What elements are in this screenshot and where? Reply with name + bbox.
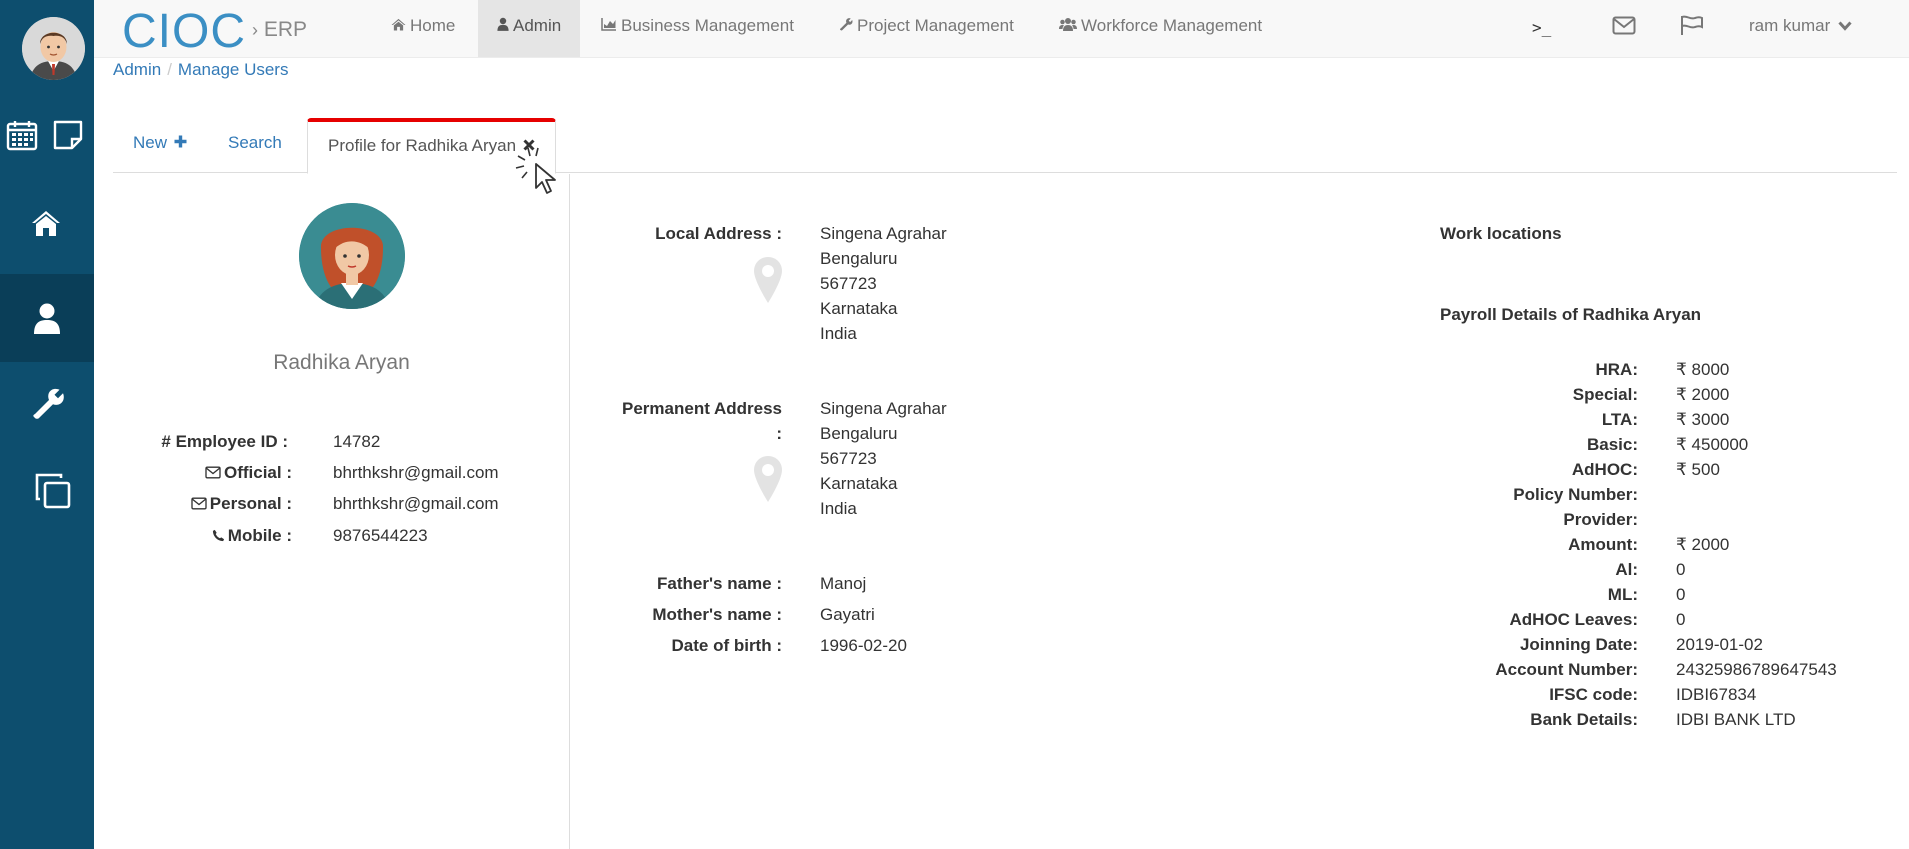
payroll-row: Basic: ₹ 450000	[0, 435, 1909, 460]
nav-workforce-management[interactable]: Workforce Management	[1040, 0, 1281, 57]
payroll-label: Special:	[1572, 385, 1638, 404]
payroll-label: Joinning Date:	[1519, 635, 1638, 654]
payroll-row: LTA: ₹ 3000	[0, 410, 1909, 435]
payroll-value: 24325986789647543	[1676, 660, 1837, 679]
nav-workforce-label: Workforce Management	[1081, 16, 1263, 35]
nav-business-management[interactable]: Business Management	[582, 0, 813, 57]
payroll-row: Provider:	[0, 510, 1909, 535]
female-user-avatar	[299, 203, 405, 309]
local-address-line-5: India	[820, 324, 857, 343]
payroll-label: Bank Details:	[1530, 710, 1638, 729]
tab-profile-label: Profile for Radhika Aryan	[328, 136, 517, 155]
payroll-label: Basic:	[1586, 435, 1638, 454]
payroll-value: 0	[1676, 585, 1686, 604]
avatar[interactable]	[22, 17, 85, 80]
payroll-label: AdHOC:	[1571, 460, 1638, 479]
local-address-label: Local Address :	[655, 224, 782, 243]
payroll-row: Account Number: 24325986789647543	[0, 660, 1909, 685]
payroll-heading: Payroll Details of Radhika Aryan	[1440, 305, 1702, 324]
payroll-row: Al: 0	[0, 560, 1909, 585]
payroll-row: Amount: ₹ 2000	[0, 535, 1909, 560]
payroll-row: ML: 0	[0, 585, 1909, 610]
nav-home-label: Home	[410, 16, 456, 35]
envelope-icon[interactable]	[1612, 16, 1636, 40]
payroll-value: ₹ 2000	[1676, 385, 1730, 404]
user-menu[interactable]: ram kumar	[1749, 16, 1852, 36]
brand-logo[interactable]: CIOC	[122, 4, 246, 59]
payroll-row: IFSC code: IDBI67834	[0, 685, 1909, 710]
female-avatar-icon	[299, 203, 405, 309]
user-name: ram kumar	[1749, 16, 1831, 35]
nav-business-label: Business Management	[621, 16, 794, 35]
user-icon	[497, 1, 509, 53]
payroll-row: Joinning Date: 2019-01-02	[0, 635, 1909, 660]
tab-new-label: New	[133, 133, 168, 152]
local-address-label-wrap: Local Address :	[570, 224, 782, 248]
payroll-label: Account Number:	[1495, 660, 1638, 679]
payroll-value: ₹ 450000	[1676, 435, 1749, 454]
breadcrumb-manage-users[interactable]: Manage Users	[178, 60, 289, 79]
chart-icon	[601, 1, 617, 53]
plus-icon	[174, 118, 187, 168]
users-icon	[1059, 1, 1077, 53]
payroll-label: Amount:	[1568, 535, 1638, 554]
payroll-label: Al:	[1615, 560, 1638, 579]
nav-project-label: Project Management	[857, 16, 1014, 35]
payroll-value: ₹ 500	[1676, 460, 1720, 479]
breadcrumb: Admin / Manage Users	[113, 60, 288, 80]
payroll-row: Special: ₹ 2000	[0, 385, 1909, 410]
payroll-label: ML:	[1607, 585, 1638, 604]
breadcrumb-separator: /	[167, 60, 172, 79]
nav-project-management[interactable]: Project Management	[820, 0, 1033, 57]
payroll-row: HRA: ₹ 8000	[0, 360, 1909, 385]
payroll-value: 0	[1676, 560, 1686, 579]
local-address-line-4: Karnataka	[820, 299, 898, 318]
flag-icon[interactable]	[1680, 15, 1704, 41]
nav-admin-label: Admin	[513, 16, 562, 35]
payroll-value: 2019-01-02	[1676, 635, 1763, 654]
payroll-value: ₹ 8000	[1676, 360, 1730, 379]
wrench-icon	[839, 1, 853, 53]
payroll-row: AdHOC: ₹ 500	[0, 460, 1909, 485]
brand-subtitle: › ERP	[252, 18, 307, 42]
calendar-icon[interactable]	[4, 117, 40, 153]
payroll-label: IFSC code:	[1549, 685, 1638, 704]
payroll-label: AdHOC Leaves:	[1509, 610, 1638, 629]
local-address-line-1: Singena Agrahar	[820, 224, 947, 243]
payroll-value: ₹ 3000	[1676, 410, 1730, 429]
home-icon	[391, 1, 406, 53]
brand-sub-label: ERP	[263, 18, 308, 41]
payroll-row: AdHOC Leaves: 0	[0, 610, 1909, 635]
payroll-value: 0	[1676, 610, 1686, 629]
payroll-value: IDBI BANK LTD	[1676, 710, 1796, 729]
chevron-right-icon: ›	[252, 20, 258, 40]
user-icon[interactable]	[29, 300, 65, 336]
tab-search[interactable]: Search	[208, 118, 302, 173]
breadcrumb-admin[interactable]: Admin	[113, 60, 161, 79]
payroll-label: HRA:	[1595, 360, 1639, 379]
sticky-note-icon[interactable]	[50, 117, 86, 153]
home-icon[interactable]	[28, 205, 64, 241]
nav-admin[interactable]: Admin	[478, 0, 581, 57]
payroll-value: IDBI67834	[1676, 685, 1757, 704]
payroll-label: Policy Number:	[1513, 485, 1638, 504]
payroll-label: LTA:	[1601, 410, 1638, 429]
terminal-icon[interactable]: >_	[1532, 18, 1551, 37]
tab-new[interactable]: New	[113, 118, 207, 173]
payroll-value: ₹ 2000	[1676, 535, 1730, 554]
work-locations-heading: Work locations	[1440, 224, 1562, 243]
nav-home[interactable]: Home	[372, 0, 474, 57]
payroll-row: Policy Number:	[0, 485, 1909, 510]
top-navbar: CIOC › ERP Home Admin Business Managemen…	[94, 0, 1909, 58]
payroll-row: Bank Details: IDBI BANK LTD	[0, 710, 1909, 735]
payroll-label: Provider:	[1563, 510, 1638, 529]
local-address-line-2: Bengaluru	[820, 249, 898, 268]
tab-bar: New Search Profile for Radhika Aryan	[113, 118, 1897, 174]
map-marker-icon	[753, 256, 783, 309]
chevron-down-icon	[1838, 16, 1852, 36]
local-address-line-3: 567723	[820, 274, 877, 293]
male-user-avatar-icon	[22, 17, 85, 80]
